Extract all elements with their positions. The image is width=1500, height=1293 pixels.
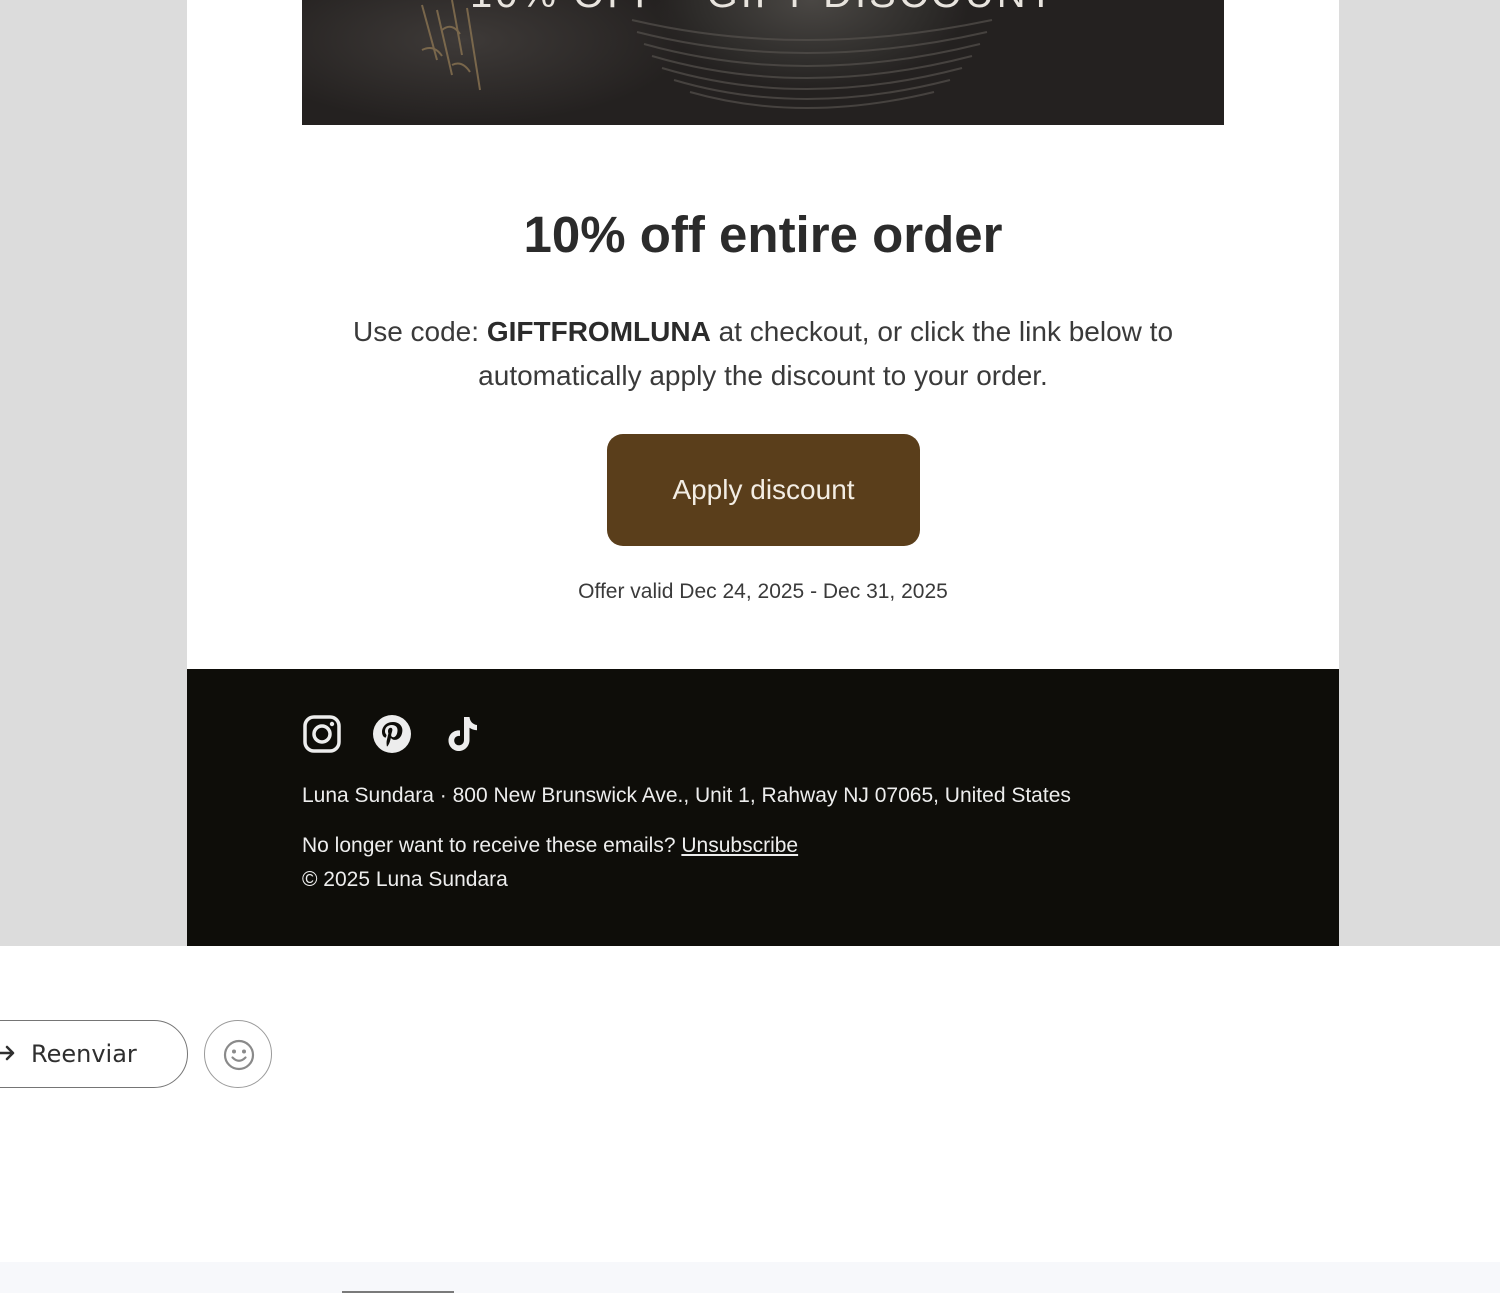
forward-arrow-icon [0, 1045, 15, 1061]
unsubscribe-prompt: No longer want to receive these emails? [302, 834, 682, 857]
email-viewer: 10% OFF · GIFT DISCOUNT 10% off entire o… [0, 0, 1500, 1293]
hero-text: 10% OFF · GIFT DISCOUNT [302, 0, 1224, 17]
hero-image: 10% OFF · GIFT DISCOUNT [302, 0, 1224, 125]
instagram-icon[interactable] [302, 714, 342, 754]
unsubscribe-line: No longer want to receive these emails? … [302, 834, 798, 858]
forward-button[interactable]: Reenviar [0, 1020, 188, 1088]
social-links [302, 714, 482, 754]
copyright: © 2025 Luna Sundara [302, 868, 508, 891]
pinterest-icon[interactable] [372, 714, 412, 754]
smiley-icon [223, 1039, 255, 1071]
offer-headline: 10% off entire order [523, 206, 1003, 263]
bottom-bar [0, 1262, 1500, 1293]
email-footer: Luna Sundara · 800 New Brunswick Ave., U… [187, 669, 1339, 946]
body-prefix: Use code: [352, 316, 487, 347]
emoji-reaction-button[interactable] [204, 1020, 272, 1088]
offer-body: Use code: GIFTFROMLUNA at checkout, or c… [302, 310, 1224, 398]
unsubscribe-link[interactable]: Unsubscribe [681, 834, 798, 857]
tiktok-icon[interactable] [442, 714, 482, 754]
forward-label: Reenviar [31, 1040, 137, 1068]
bowl-illustration [421, 0, 993, 109]
discount-code: GIFTFROMLUNA [486, 316, 711, 347]
offer-validity: Offer valid Dec 24, 2025 - Dec 31, 2025 [578, 580, 948, 603]
company-address: Luna Sundara · 800 New Brunswick Ave., U… [302, 784, 1071, 807]
apply-discount-button[interactable]: Apply discount [607, 434, 920, 546]
